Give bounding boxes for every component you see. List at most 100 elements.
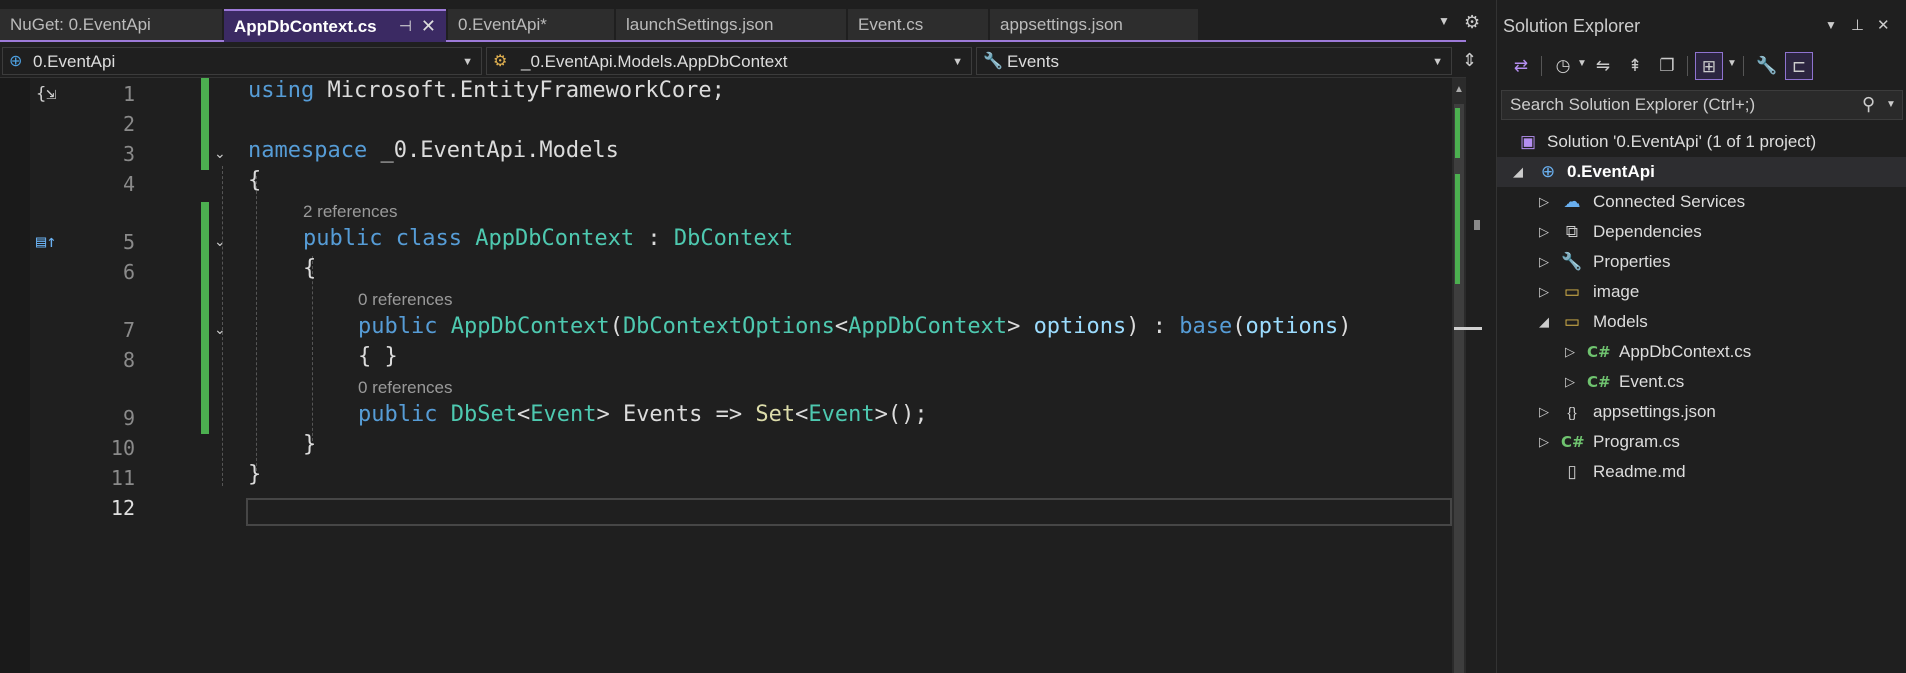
tree-item-properties[interactable]: ▷ 🔧 Properties	[1497, 247, 1906, 277]
pin-icon[interactable]: ⊣	[399, 11, 412, 42]
close-icon[interactable]: ✕	[1877, 16, 1890, 34]
collapse-icon[interactable]: ⌄	[214, 234, 226, 250]
history-icon[interactable]: ◷	[1549, 52, 1577, 80]
indent-guide	[256, 176, 257, 476]
chevron-down-icon[interactable]: ▼	[1577, 58, 1587, 69]
code-line-9: public DbSet<Event> Events => Set<Event>…	[358, 402, 928, 427]
tab-appsettings[interactable]: appsettings.json	[990, 9, 1198, 40]
tree-item-appdbcontext[interactable]: ▷ C# AppDbContext.cs	[1497, 337, 1906, 367]
collapsed-arrow-icon[interactable]: ▷	[1539, 427, 1549, 457]
tree-item-image-folder[interactable]: ▷ ▭ image	[1497, 277, 1906, 307]
sync-icon[interactable]: ⇋	[1589, 52, 1617, 80]
collapsed-arrow-icon[interactable]: ▷	[1539, 277, 1549, 307]
tree-item-event-cs[interactable]: ▷ C# Event.cs	[1497, 367, 1906, 397]
vertical-scrollbar[interactable]: ▲	[1452, 78, 1466, 673]
switch-views-icon[interactable]: ⇄	[1507, 52, 1535, 80]
tab-label: AppDbContext.cs	[234, 17, 377, 36]
collapse-icon[interactable]: ⌄	[214, 322, 226, 338]
chevron-down-icon: ▼	[1432, 56, 1443, 68]
codelens-references[interactable]: 2 references	[303, 202, 398, 222]
tree-item-models-folder[interactable]: ◢ ▭ Models	[1497, 307, 1906, 337]
line-number: 11	[110, 466, 135, 490]
code-line-7: public AppDbContext(DbContextOptions<App…	[358, 314, 1352, 339]
line-number: 7	[122, 318, 135, 342]
line-number: 4	[122, 172, 135, 196]
csharp-file-icon: C#	[1587, 343, 1611, 361]
tab-label: 0.EventApi*	[458, 15, 547, 34]
codelens-references[interactable]: 0 references	[358, 290, 453, 310]
chevron-down-icon[interactable]: ▼	[1886, 99, 1896, 110]
project-dropdown-value: 0.EventApi	[33, 52, 116, 71]
collapsed-arrow-icon[interactable]: ▷	[1539, 397, 1549, 427]
tree-item-readme[interactable]: ▯ Readme.md	[1497, 457, 1906, 487]
web-project-icon: ⊕	[9, 53, 23, 70]
search-icon[interactable]: ⚲	[1862, 94, 1875, 115]
collapsed-arrow-icon[interactable]: ▷	[1565, 337, 1575, 367]
collapsed-arrow-icon[interactable]: ▷	[1565, 367, 1575, 397]
expanded-arrow-icon[interactable]: ◢	[1539, 307, 1549, 337]
preview-selected-icon[interactable]: ⊞	[1695, 52, 1723, 80]
expanded-arrow-icon[interactable]: ◢	[1513, 157, 1523, 187]
tree-item-appsettings[interactable]: ▷ {} appsettings.json	[1497, 397, 1906, 427]
csharp-file-icon: C#	[1561, 433, 1585, 451]
folder-icon: ▭	[1563, 312, 1581, 331]
collapse-all-icon[interactable]: ⇞	[1621, 52, 1649, 80]
line-number: 10	[110, 436, 135, 460]
collapsed-arrow-icon[interactable]: ▷	[1539, 217, 1549, 247]
namespace-glyph-icon: {⇲	[36, 84, 57, 104]
tab-launchsettings[interactable]: launchSettings.json	[616, 9, 846, 40]
type-dropdown[interactable]: ⚙ _0.EventApi.Models.AppDbContext ▼	[486, 47, 972, 75]
tree-item-project[interactable]: ◢ ⊕ 0.EventApi	[1497, 157, 1906, 187]
collapse-icon[interactable]: ⌄	[214, 146, 226, 162]
tab-appdbcontext[interactable]: AppDbContext.cs ⊣ ✕	[224, 9, 446, 42]
tree-item-dependencies[interactable]: ▷ ⧉ Dependencies	[1497, 217, 1906, 247]
tab-event-cs[interactable]: Event.cs	[848, 9, 988, 40]
tab-nuget[interactable]: NuGet: 0.EventApi	[0, 9, 222, 40]
window-options-icon[interactable]: ▼	[1825, 18, 1837, 32]
markdown-file-icon: ▯	[1567, 462, 1577, 481]
tree-item-solution[interactable]: ▣ Solution '0.EventApi' (1 of 1 project)	[1497, 127, 1906, 157]
tab-label: appsettings.json	[1000, 15, 1123, 34]
override-glyph-icon: ▤↑	[36, 232, 57, 252]
web-project-icon: ⊕	[1540, 162, 1556, 181]
type-dropdown-value: _0.EventApi.Models.AppDbContext	[521, 52, 788, 71]
tab-overflow-icon[interactable]: ▼	[1438, 14, 1450, 28]
scroll-up-icon[interactable]: ▲	[1452, 84, 1466, 95]
code-line-8: { }	[358, 344, 398, 369]
line-number: 8	[122, 348, 135, 372]
collapsed-arrow-icon[interactable]: ▷	[1539, 187, 1549, 217]
close-icon[interactable]: ✕	[421, 11, 436, 42]
tree-item-program-cs[interactable]: ▷ C# Program.cs	[1497, 427, 1906, 457]
toolbar-separator	[1541, 56, 1542, 76]
csharp-file-icon: C#	[1587, 373, 1611, 391]
gear-icon[interactable]: ⚙	[1464, 12, 1480, 33]
show-all-files-icon[interactable]: ❐	[1653, 52, 1681, 80]
solution-explorer-search[interactable]: ⚲ ▼	[1501, 90, 1903, 120]
scroll-splitter-handle[interactable]	[1474, 220, 1480, 230]
chevron-down-icon[interactable]: ▼	[1727, 58, 1737, 69]
properties-folder-icon: 🔧	[1561, 252, 1583, 271]
toolbar-separator	[1687, 56, 1688, 76]
preview-pane-icon[interactable]: ⊏	[1785, 52, 1813, 80]
project-dropdown[interactable]: ⊕ 0.EventApi ▼	[2, 47, 482, 75]
toolbar-separator	[1743, 56, 1744, 76]
wrench-icon: 🔧	[983, 53, 1003, 70]
collapsed-arrow-icon[interactable]: ▷	[1539, 247, 1549, 277]
member-dropdown[interactable]: 🔧 Events ▼	[976, 47, 1452, 75]
code-line-10: }	[303, 432, 317, 457]
search-input[interactable]	[1502, 91, 1852, 119]
line-number: 3	[122, 142, 135, 166]
outline-guide	[222, 166, 223, 486]
line-number: 6	[122, 260, 135, 284]
pin-icon[interactable]: ⊥	[1851, 16, 1864, 34]
tab-eventapi-project[interactable]: 0.EventApi*	[448, 9, 614, 40]
current-line-highlight	[246, 498, 1452, 526]
codelens-references[interactable]: 0 references	[358, 378, 453, 398]
tree-item-connected-services[interactable]: ▷ ☁ Connected Services	[1497, 187, 1906, 217]
split-editor-icon[interactable]: ⇕	[1462, 50, 1477, 71]
tab-label: Event.cs	[858, 15, 924, 34]
chevron-down-icon: ▼	[952, 56, 963, 68]
wrench-icon[interactable]: 🔧	[1753, 52, 1781, 80]
code-editor[interactable]: {⇲ ▤↑ 1 2 3 4 5 6 7 8 9 10 11 12 ⌄ ⌄ ⌄ u…	[0, 78, 1452, 673]
change-indicator	[201, 202, 209, 434]
